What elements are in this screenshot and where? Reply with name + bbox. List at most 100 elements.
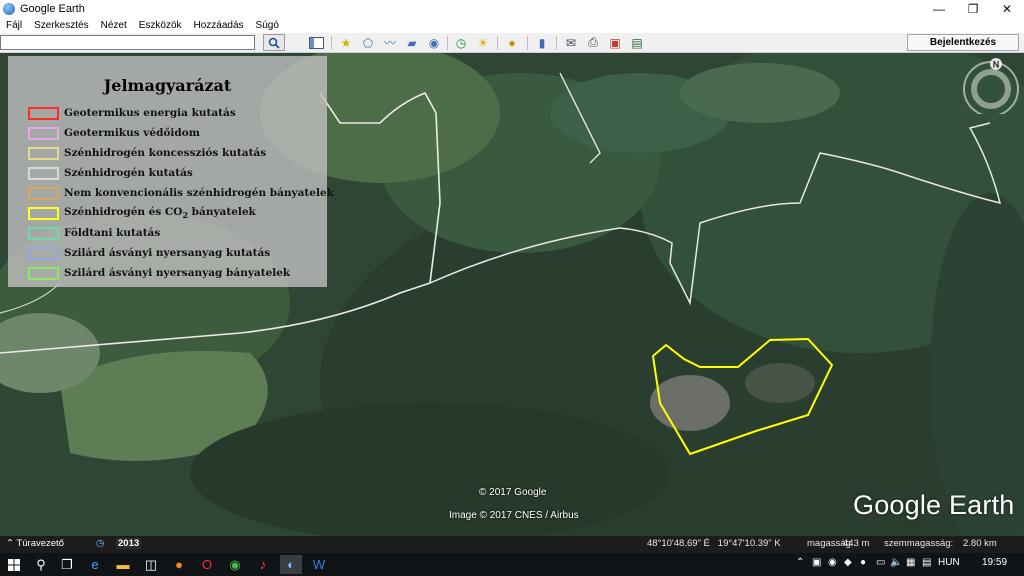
legend-item: Nem konvencionális szénhidrogén bányatel…: [28, 184, 334, 202]
app-button[interactable]: ♪: [252, 555, 274, 574]
language-indicator[interactable]: HUN: [938, 557, 960, 568]
status-bar: ⌃ Túravezető ◷ 2013 48°10'48.69" É 19°47…: [0, 536, 1024, 553]
legend-item: Szénhidrogén koncessziós kutatás: [28, 144, 266, 162]
sidebar-icon: [308, 36, 324, 49]
task-view-button[interactable]: ❐: [56, 555, 78, 574]
planets-button[interactable]: ●: [502, 34, 522, 51]
window-controls: — ❐ ✕: [922, 0, 1024, 17]
copyright-imagery: Image © 2017 CNES / Airbus: [449, 510, 579, 521]
legend-label: Földtani kutatás: [64, 227, 161, 239]
compass-icon: N: [963, 58, 1019, 117]
windows-logo-icon: [8, 558, 20, 571]
clock[interactable]: 19:59: [982, 557, 1007, 568]
tour-guide-label: Túravezető: [16, 538, 64, 549]
record-tour-icon: ◉: [428, 35, 440, 50]
legend-label: Nem konvencionális szénhidrogén bányatel…: [64, 187, 334, 199]
legend-label: Szénhidrogén és CO2 bányatelek: [64, 205, 256, 221]
elevation-value: 443 m: [843, 538, 870, 549]
tray-icon[interactable]: ◆: [844, 557, 852, 568]
save-image-icon: ▤: [631, 35, 643, 50]
legend-swatch: [28, 226, 59, 240]
google-earth-taskbar-button[interactable]: ◐: [280, 555, 302, 574]
search-input[interactable]: [0, 35, 255, 50]
legend-swatch: [28, 246, 59, 260]
sidebar-toggle-button[interactable]: [306, 34, 326, 51]
tray-icon[interactable]: ▣: [812, 557, 821, 568]
clock-icon: ◷: [455, 35, 467, 50]
path-icon: 〰: [383, 36, 396, 50]
compass-north-label: N: [993, 60, 1000, 70]
menu-tools[interactable]: Eszközök: [133, 20, 188, 31]
imagery-year: 2013: [116, 538, 142, 549]
legend-swatch: [28, 266, 59, 280]
tray-icon[interactable]: ●: [860, 557, 866, 568]
save-image-button[interactable]: ▤: [627, 34, 647, 51]
search-icon: [268, 37, 280, 49]
chrome-button[interactable]: ◉: [224, 555, 246, 574]
opera-button[interactable]: O: [196, 555, 218, 574]
historical-imagery-button[interactable]: ◷: [451, 34, 471, 51]
historical-imagery-icon[interactable]: ◷: [96, 538, 104, 549]
word-button[interactable]: W: [308, 555, 330, 574]
legend-swatch: [28, 186, 59, 200]
ruler-icon: ▮: [538, 35, 546, 50]
store-button[interactable]: ◫: [140, 555, 162, 574]
network-icon[interactable]: ▭: [876, 557, 885, 568]
email-button[interactable]: ✉: [561, 34, 581, 51]
menu-view[interactable]: Nézet: [95, 20, 133, 31]
legend-label: Szilárd ásványi nyersanyag bányatelek: [64, 267, 291, 279]
add-overlay-button[interactable]: ▰: [402, 34, 422, 51]
add-polygon-button[interactable]: ⬠: [358, 34, 378, 51]
legend-label: Szilárd ásványi nyersanyag kutatás: [64, 247, 271, 259]
sunlight-button[interactable]: ☀: [473, 34, 493, 51]
record-tour-button[interactable]: ◉: [424, 34, 444, 51]
map-view[interactable]: Jelmagyarázat Geotermikus energia kutatá…: [0, 53, 1024, 536]
toolbar: ★ ⬠ 〰 ▰ ◉ ◷ ☀ ● ▮ ✉ ⎙ ▣ ▤ Bejelentkezés: [0, 33, 1024, 53]
window-title: Google Earth: [20, 2, 85, 15]
notification-icon[interactable]: ▤: [922, 557, 931, 568]
compass-control[interactable]: N: [962, 56, 1020, 117]
menu-add[interactable]: Hozzáadás: [188, 20, 250, 31]
close-button[interactable]: ✕: [990, 0, 1024, 17]
legend-swatch: [28, 166, 59, 180]
legend-swatch: [28, 106, 59, 120]
legend-swatch: [28, 146, 59, 160]
minimize-button[interactable]: —: [922, 0, 956, 17]
google-earth-logo: Google Earth: [853, 490, 1015, 520]
restore-button[interactable]: ❐: [956, 0, 990, 17]
start-button[interactable]: [3, 555, 25, 574]
edge-button[interactable]: e: [84, 555, 106, 574]
email-icon: ✉: [565, 35, 577, 50]
google-maps-button[interactable]: ▣: [605, 34, 625, 51]
ruler-button[interactable]: ▮: [532, 34, 552, 51]
menu-help[interactable]: Súgó: [250, 20, 285, 31]
file-explorer-button[interactable]: ▬: [112, 555, 134, 574]
image-overlay-icon: ▰: [407, 35, 417, 50]
menu-file[interactable]: Fájl: [0, 20, 28, 31]
legend-title: Jelmagyarázat: [103, 76, 232, 95]
polygon-icon: ⬠: [362, 35, 374, 50]
menu-edit[interactable]: Szerkesztés: [28, 20, 94, 31]
volume-icon[interactable]: 🔈: [890, 557, 902, 568]
menu-bar: Fájl Szerkesztés Nézet Eszközök Hozzáadá…: [0, 17, 1024, 33]
search-button[interactable]: [263, 34, 285, 51]
tray-up-icon[interactable]: ⌃: [796, 557, 804, 568]
firefox-button[interactable]: ●: [168, 555, 190, 574]
legend-item: Szénhidrogén kutatás: [28, 164, 193, 182]
tray-icon[interactable]: ◉: [828, 557, 837, 568]
search-taskbar-button[interactable]: ⚲: [30, 555, 52, 574]
placemark-icon: ★: [340, 35, 352, 50]
search-icon: ⚲: [36, 556, 46, 572]
tray-icon[interactable]: ▦: [906, 557, 915, 568]
taskbar: ⚲ ❐ e ▬ ◫ ● O ◉ ♪ ◐ W ⌃ ▣ ◉ ◆ ● ▭ 🔈 ▦ ▤ …: [0, 553, 1024, 576]
add-placemark-button[interactable]: ★: [336, 34, 356, 51]
legend-item: Geotermikus energia kutatás: [28, 104, 236, 122]
legend-item: Geotermikus védőidom: [28, 124, 200, 142]
tour-guide-button[interactable]: ⌃ Túravezető: [6, 538, 64, 549]
add-path-button[interactable]: 〰: [380, 34, 400, 51]
legend-swatch: [28, 206, 59, 220]
planet-icon: ●: [508, 35, 516, 50]
opera-icon: O: [201, 557, 213, 572]
print-button[interactable]: ⎙: [583, 34, 603, 51]
login-button[interactable]: Bejelentkezés: [907, 34, 1019, 51]
